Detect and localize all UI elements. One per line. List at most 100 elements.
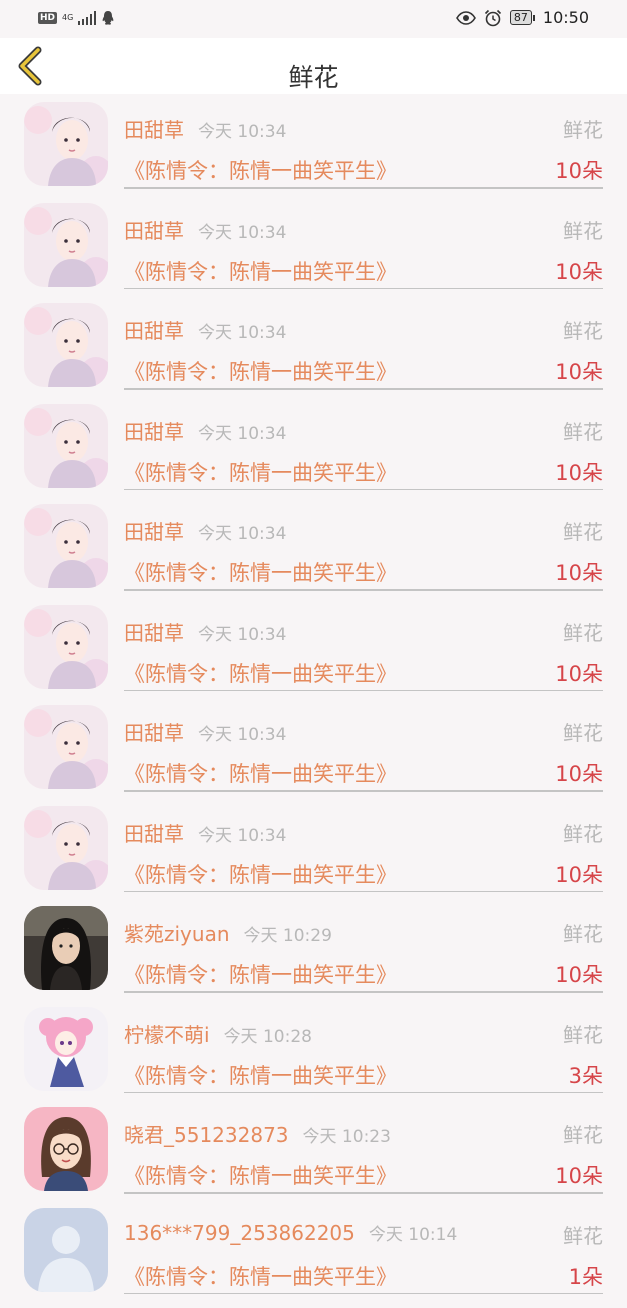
divider [124, 790, 603, 792]
gift-type: 鲜花 [563, 1019, 603, 1048]
gift-time: 今天 10:34 [198, 323, 286, 343]
divider [124, 288, 603, 290]
username[interactable]: 田甜草 [124, 319, 184, 343]
gift-type: 鲜花 [563, 516, 603, 545]
network-type: 4G [62, 14, 73, 22]
novel-title[interactable]: 《陈情令：陈情一曲笑平生》 [124, 557, 397, 587]
gift-amount: 1朵 [569, 1261, 603, 1291]
gift-row[interactable]: 田甜草今天 10:34 鲜花 《陈情令：陈情一曲笑平生》 10朵 [0, 806, 627, 907]
gift-row[interactable]: 田甜草今天 10:34 鲜花 《陈情令：陈情一曲笑平生》 10朵 [0, 705, 627, 806]
avatar[interactable] [24, 504, 108, 588]
novel-title[interactable]: 《陈情令：陈情一曲笑平生》 [124, 959, 397, 989]
novel-title[interactable]: 《陈情令：陈情一曲笑平生》 [124, 758, 397, 788]
novel-title[interactable]: 《陈情令：陈情一曲笑平生》 [124, 658, 397, 688]
gift-type: 鲜花 [563, 215, 603, 244]
nav-bar: 鲜花 [0, 38, 627, 94]
avatar[interactable] [24, 705, 108, 789]
username[interactable]: 田甜草 [124, 721, 184, 745]
username[interactable]: 田甜草 [124, 118, 184, 142]
username[interactable]: 田甜草 [124, 822, 184, 846]
gift-time: 今天 10:23 [303, 1127, 391, 1147]
gift-time: 今天 10:34 [198, 625, 286, 645]
gift-time: 今天 10:34 [198, 826, 286, 846]
gift-row[interactable]: 田甜草今天 10:34 鲜花 《陈情令：陈情一曲笑平生》 10朵 [0, 404, 627, 505]
gift-type: 鲜花 [563, 416, 603, 445]
avatar[interactable] [24, 806, 108, 890]
gift-row[interactable]: 田甜草今天 10:34 鲜花 《陈情令：陈情一曲笑平生》 10朵 [0, 303, 627, 404]
gift-time: 今天 10:34 [198, 524, 286, 544]
username[interactable]: 136***799_253862205 [124, 1221, 355, 1245]
gift-time: 今天 10:34 [198, 424, 286, 444]
avatar[interactable] [24, 605, 108, 689]
gift-row[interactable]: 紫苑ziyuan今天 10:29 鲜花 《陈情令：陈情一曲笑平生》 10朵 [0, 906, 627, 1007]
gift-type: 鲜花 [563, 818, 603, 847]
gift-amount: 10朵 [555, 557, 603, 587]
divider [124, 589, 603, 591]
username[interactable]: 田甜草 [124, 621, 184, 645]
gift-row[interactable]: 田甜草今天 10:34 鲜花 《陈情令：陈情一曲笑平生》 10朵 [0, 504, 627, 605]
avatar[interactable] [24, 1107, 108, 1191]
divider [124, 690, 603, 692]
username[interactable]: 田甜草 [124, 420, 184, 444]
username-line: 田甜草今天 10:34 [124, 818, 286, 847]
username[interactable]: 紫苑ziyuan [124, 922, 230, 946]
battery-level: 87 [510, 10, 532, 25]
gift-type: 鲜花 [563, 617, 603, 646]
status-left: HD 4G [38, 10, 115, 26]
gift-amount: 10朵 [555, 758, 603, 788]
gift-amount: 10朵 [555, 859, 603, 889]
gift-row[interactable]: 田甜草今天 10:34 鲜花 《陈情令：陈情一曲笑平生》 10朵 [0, 203, 627, 304]
gift-amount: 10朵 [555, 1160, 603, 1190]
username-line: 田甜草今天 10:34 [124, 516, 286, 545]
novel-title[interactable]: 《陈情令：陈情一曲笑平生》 [124, 1160, 397, 1190]
username-line: 田甜草今天 10:34 [124, 617, 286, 646]
gift-row[interactable]: 田甜草今天 10:34 鲜花 《陈情令：陈情一曲笑平生》 10朵 [0, 605, 627, 706]
gift-row[interactable]: 田甜草今天 10:34 鲜花 《陈情令：陈情一曲笑平生》 10朵 [0, 102, 627, 203]
username-line: 田甜草今天 10:34 [124, 717, 286, 746]
username[interactable]: 田甜草 [124, 219, 184, 243]
username[interactable]: 柠檬不萌i [124, 1023, 210, 1047]
hd-badge: HD [38, 12, 57, 24]
novel-title[interactable]: 《陈情令：陈情一曲笑平生》 [124, 1261, 397, 1291]
avatar[interactable] [24, 303, 108, 387]
avatar[interactable] [24, 906, 108, 990]
gift-time: 今天 10:34 [198, 122, 286, 142]
divider [124, 891, 603, 893]
avatar[interactable] [24, 1007, 108, 1091]
avatar[interactable] [24, 102, 108, 186]
gift-type: 鲜花 [563, 1119, 603, 1148]
novel-title[interactable]: 《陈情令：陈情一曲笑平生》 [124, 256, 397, 286]
divider [124, 1192, 603, 1194]
alarm-icon [484, 9, 502, 27]
username-line: 晓君_551232873 今天 10:23 [124, 1119, 391, 1148]
divider [124, 991, 603, 993]
divider [124, 187, 603, 189]
username-line: 田甜草今天 10:34 [124, 416, 286, 445]
gift-type: 鲜花 [563, 114, 603, 143]
gift-time: 今天 10:28 [224, 1027, 312, 1047]
gift-amount: 10朵 [555, 256, 603, 286]
eye-icon [456, 11, 476, 25]
username[interactable]: 田甜草 [124, 520, 184, 544]
gift-type: 鲜花 [563, 717, 603, 746]
divider [124, 489, 603, 491]
gift-list: 田甜草今天 10:34 鲜花 《陈情令：陈情一曲笑平生》 10朵 田甜草今天 1… [0, 102, 627, 1308]
username-line: 柠檬不萌i 今天 10:28 [124, 1019, 312, 1048]
gift-time: 今天 10:14 [369, 1225, 457, 1245]
novel-title[interactable]: 《陈情令：陈情一曲笑平生》 [124, 457, 397, 487]
username-line: 136***799_253862205 今天 10:14 [124, 1220, 457, 1245]
novel-title[interactable]: 《陈情令：陈情一曲笑平生》 [124, 859, 397, 889]
avatar[interactable] [24, 203, 108, 287]
page-title: 鲜花 [0, 58, 627, 94]
gift-row[interactable]: 柠檬不萌i今天 10:28 鲜花 《陈情令：陈情一曲笑平生》 3朵 [0, 1007, 627, 1108]
gift-row[interactable]: 136***799_253862205今天 10:14 鲜花 《陈情令：陈情一曲… [0, 1208, 627, 1308]
avatar[interactable] [24, 404, 108, 488]
novel-title[interactable]: 《陈情令：陈情一曲笑平生》 [124, 356, 397, 386]
novel-title[interactable]: 《陈情令：陈情一曲笑平生》 [124, 1060, 397, 1090]
gift-time: 今天 10:29 [244, 926, 332, 946]
gift-type: 鲜花 [563, 918, 603, 947]
username[interactable]: 晓君_551232873 [124, 1123, 289, 1147]
novel-title[interactable]: 《陈情令：陈情一曲笑平生》 [124, 155, 397, 185]
avatar[interactable] [24, 1208, 108, 1292]
gift-row[interactable]: 晓君_551232873 今天 10:23 鲜花 《陈情令：陈情一曲笑平生》 10… [0, 1107, 627, 1208]
